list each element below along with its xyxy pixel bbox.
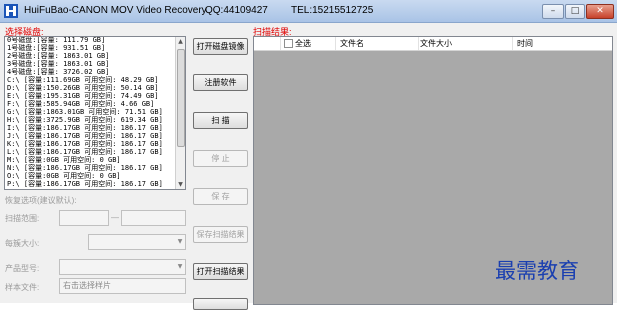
file-size-header-label: 文件大小 bbox=[420, 39, 452, 48]
restore-options-label: 恢复选项(建议默认): bbox=[5, 196, 77, 205]
scan-range-start-input[interactable] bbox=[59, 210, 109, 226]
select-all-checkbox[interactable] bbox=[284, 39, 293, 48]
sample-file-value: 右击选择样片 bbox=[63, 281, 111, 290]
open-scan-result-button[interactable]: 打开扫描结果 bbox=[193, 263, 248, 280]
maximize-icon: □ bbox=[570, 6, 580, 16]
title-bar[interactable]: HuiFuBao-CANON MOV Video Recovery QQ:441… bbox=[0, 0, 617, 23]
disk-list-scrollbar[interactable]: ▲ ▼ bbox=[175, 37, 185, 189]
extra-button[interactable] bbox=[193, 298, 248, 310]
file-name-header-label: 文件名 bbox=[340, 39, 364, 48]
chevron-down-icon: ▼ bbox=[177, 238, 183, 245]
window-title: HuiFuBao-CANON MOV Video Recovery bbox=[24, 5, 207, 16]
maximize-button[interactable]: □ bbox=[565, 4, 585, 19]
qq-contact: QQ:44109427 bbox=[205, 5, 268, 16]
scan-button[interactable]: 扫 描 bbox=[193, 112, 248, 129]
save-scan-result-button[interactable]: 保存扫描结果 bbox=[193, 226, 248, 243]
results-header-row: 全选 文件名 文件大小 时间 bbox=[254, 37, 612, 51]
header-spacer bbox=[254, 37, 281, 50]
product-model-select[interactable]: ▼ bbox=[59, 259, 186, 275]
minimize-button[interactable]: – bbox=[542, 4, 564, 19]
range-separator: — bbox=[111, 213, 119, 222]
disk-lines: 0号磁盘:[容量: 111.79 GB] 1号磁盘:[容量: 931.51 GB]… bbox=[5, 37, 185, 189]
select-all-label: 全选 bbox=[295, 39, 311, 48]
time-header-label: 时间 bbox=[517, 39, 533, 48]
scrollbar-thumb[interactable] bbox=[177, 49, 185, 147]
minimize-icon: – bbox=[550, 6, 556, 16]
disk-list-item[interactable]: P:\ [容量:186.17GB 可用空间: 186.17 GB] bbox=[5, 180, 185, 189]
select-all-column[interactable]: 全选 bbox=[281, 37, 336, 50]
file-name-column-header[interactable]: 文件名 bbox=[336, 37, 419, 50]
close-button[interactable]: ✕ bbox=[586, 4, 614, 19]
scan-range-end-input[interactable] bbox=[121, 210, 186, 226]
sample-file-field[interactable]: 右击选择样片 bbox=[59, 278, 186, 294]
register-software-button[interactable]: 注册软件 bbox=[193, 74, 248, 91]
cluster-size-select[interactable]: ▼ bbox=[88, 234, 186, 250]
scroll-down-icon[interactable]: ▼ bbox=[176, 180, 185, 189]
tel-contact: TEL:15215512725 bbox=[291, 5, 374, 16]
main-client-area: 选择磁盘: 0号磁盘:[容量: 111.79 GB] 1号磁盘:[容量: 931.… bbox=[0, 23, 617, 310]
disk-listbox[interactable]: 0号磁盘:[容量: 111.79 GB] 1号磁盘:[容量: 931.51 GB]… bbox=[4, 36, 186, 190]
save-button[interactable]: 保 存 bbox=[193, 188, 248, 205]
close-icon: ✕ bbox=[596, 6, 604, 16]
cluster-size-label: 每簇大小: bbox=[5, 239, 40, 248]
product-model-label: 产品型号: bbox=[5, 264, 40, 273]
sample-file-label: 样本文件: bbox=[5, 283, 40, 292]
app-logo-icon bbox=[4, 4, 18, 18]
chevron-down-icon: ▼ bbox=[177, 263, 183, 270]
scan-range-label: 扫描范围: bbox=[5, 214, 40, 223]
watermark-text: 最需教育 bbox=[495, 259, 579, 283]
file-size-column-header[interactable]: 文件大小 bbox=[416, 37, 513, 50]
time-column-header[interactable]: 时间 bbox=[513, 37, 612, 50]
open-disk-image-button[interactable]: 打开磁盘镜像 bbox=[193, 38, 248, 55]
scroll-up-icon[interactable]: ▲ bbox=[176, 37, 185, 46]
stop-button[interactable]: 停 止 bbox=[193, 150, 248, 167]
